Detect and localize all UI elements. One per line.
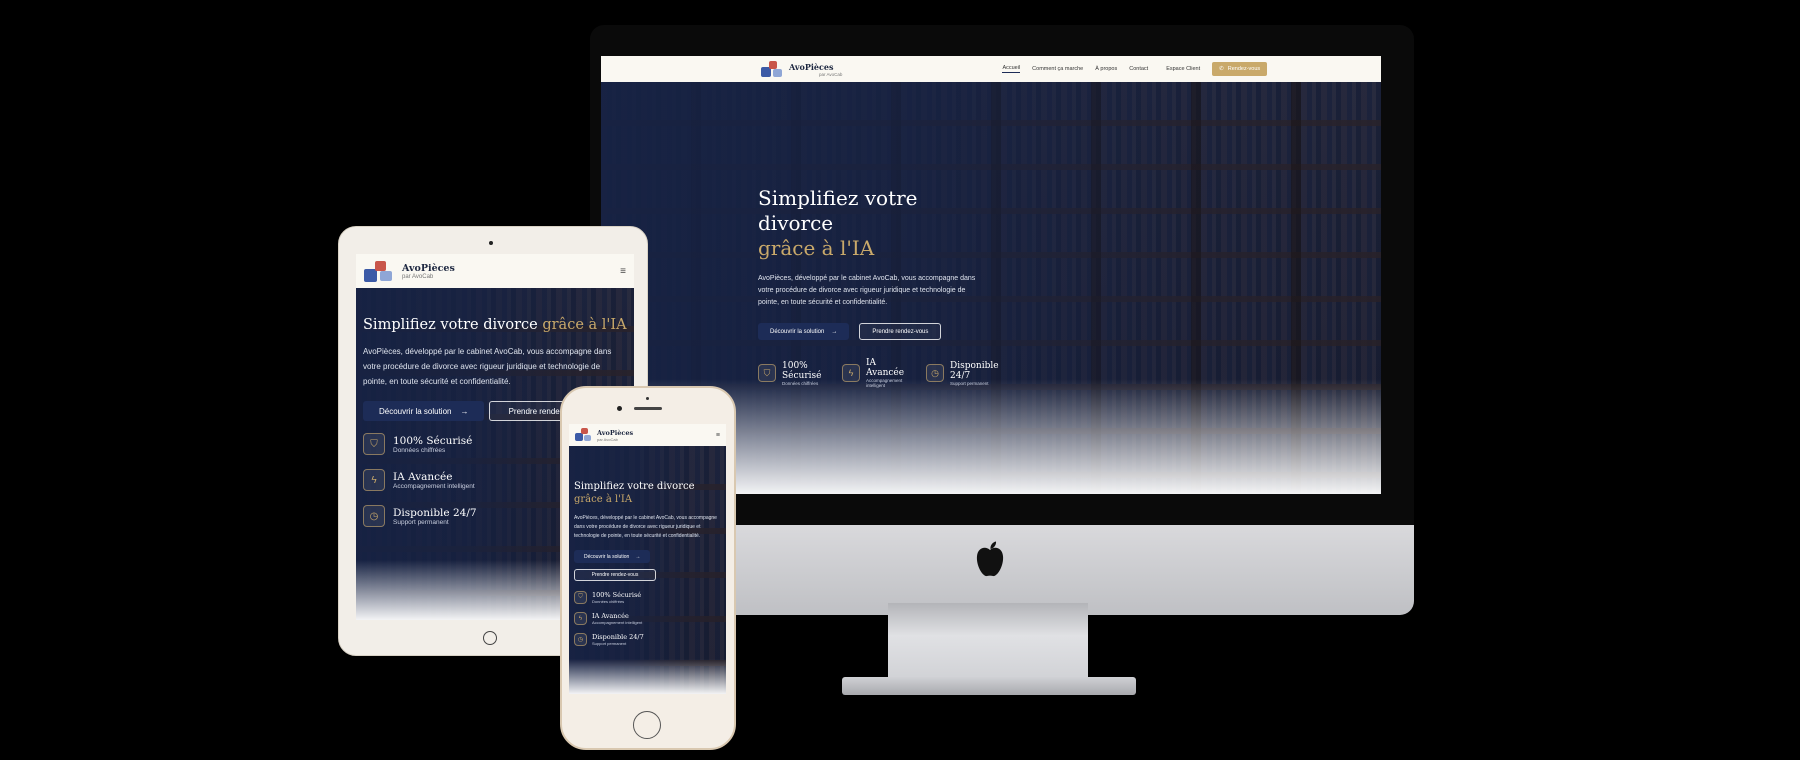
hero-title-line1: Simplifiez votre divorce	[574, 481, 695, 492]
feature-ai: ϟ IA Avancée Accompagnement intelligent	[842, 358, 910, 388]
brand-logo[interactable]: AvoPièces par AvoCab	[364, 258, 455, 284]
feature-title: IA Avancée	[866, 358, 905, 378]
feature-subtitle: Accompagnement intelligent	[866, 378, 903, 388]
nav-contact[interactable]: Contact	[1129, 66, 1148, 72]
iphone-screen: AvoPièces par AvoCab ≡ Simplifiez votre …	[569, 424, 726, 694]
hero-title-line2: grâce à l'IA	[542, 317, 627, 333]
feature-subtitle: Accompagnement intelligent	[393, 482, 475, 490]
hero-description: AvoPièces, développé par le cabinet AvoC…	[363, 347, 612, 386]
apple-logo-icon	[976, 541, 1004, 577]
hamburger-menu-icon[interactable]: ≡	[620, 266, 626, 277]
arrow-right-icon: →	[635, 553, 641, 560]
feature-title: IA Avancée	[393, 470, 453, 483]
feature-title: Disponible 24/7	[393, 506, 477, 519]
feature-ai: ϟ IA Avancée Accompagnement intelligent	[574, 612, 722, 625]
discover-button-label: Découvrir la solution	[379, 406, 452, 416]
feature-subtitle: Données chiffrées	[592, 599, 625, 604]
discover-button-label: Découvrir la solution	[584, 553, 630, 560]
feature-secure: ⛉ 100% Sécurisé Données chiffrées	[758, 358, 826, 388]
shield-icon: ⛉	[363, 433, 385, 455]
hero-description: AvoPièces, développé par le cabinet AvoC…	[758, 275, 976, 306]
brand-subtitle: par AvoCab	[402, 273, 434, 280]
hero-title-line1: Simplifiez votre divorce	[758, 186, 918, 235]
feature-title: Disponible 24/7	[950, 360, 999, 381]
feature-subtitle: Données chiffrées	[782, 380, 819, 386]
ipad-home-button	[483, 631, 497, 645]
feature-availability: ◷ Disponible 24/7 Support permanent	[574, 633, 722, 646]
hero-title: Simplifiez votre divorce grâce à l'IA	[363, 316, 628, 334]
feature-title: IA Avancée	[592, 612, 629, 620]
feature-availability: ◷ Disponible 24/7 Support permanent	[926, 358, 1004, 388]
hero-title-line2: grâce à l'IA	[574, 494, 633, 505]
hero-title-line2: grâce à l'IA	[758, 236, 875, 260]
iphone-speaker	[634, 407, 662, 410]
hero-title: Simplifiez votre divorce grâce à l'IA	[574, 480, 722, 506]
discover-button[interactable]: Découvrir la solution →	[574, 550, 651, 563]
navbar: AvoPièces par AvoCab Accueil Comment ça …	[601, 56, 1381, 82]
arrow-right-icon: →	[831, 328, 838, 335]
nav-comment-ca-marche[interactable]: Comment ça marche	[1032, 66, 1083, 72]
nav-accueil[interactable]: Accueil	[1002, 65, 1021, 73]
iphone-top-dot	[646, 397, 649, 400]
brand-name: AvoPièces	[402, 262, 455, 274]
brand-logo[interactable]: AvoPièces par AvoCab	[761, 59, 842, 79]
bolt-icon: ϟ	[842, 364, 860, 382]
discover-button[interactable]: Découvrir la solution →	[758, 323, 850, 340]
feature-secure: ⛉ 100% Sécurisé Données chiffrées	[574, 591, 722, 604]
iphone-camera	[617, 406, 622, 411]
brand-logo[interactable]: AvoPièces par AvoCab	[575, 427, 633, 443]
brand-name: AvoPièces	[789, 61, 834, 72]
discover-button-label: Découvrir la solution	[770, 328, 825, 335]
feature-title: 100% Sécurisé	[782, 360, 822, 381]
shield-icon: ⛉	[574, 591, 587, 604]
discover-button[interactable]: Découvrir la solution →	[363, 401, 485, 421]
feature-subtitle: Support permanent	[592, 641, 627, 646]
brand-subtitle: par AvoCab	[819, 71, 843, 77]
nav-client-space[interactable]: Espace Client	[1166, 66, 1200, 72]
logo-mark-icon	[761, 59, 783, 79]
shield-icon: ⛉	[758, 364, 776, 382]
hero-title: Simplifiez votre divorce grâce à l'IA	[758, 186, 998, 261]
feature-subtitle: Support permanent	[393, 518, 449, 526]
hero-section: Simplifiez votre divorce grâce à l'IA Av…	[569, 446, 726, 694]
hero-title-line1: Simplifiez votre divorce	[363, 317, 543, 333]
appointment-button[interactable]: Prendre rendez-vous	[859, 323, 942, 340]
bolt-icon: ϟ	[363, 469, 385, 491]
imac-stand-neck	[888, 603, 1088, 685]
appointment-button[interactable]: Prendre rendez-vous	[574, 569, 656, 581]
ipad-camera	[489, 241, 493, 245]
brand-subtitle: par AvoCab	[597, 436, 618, 442]
feature-subtitle: Données chiffrées	[393, 446, 446, 454]
feature-subtitle: Accompagnement intelligent	[592, 620, 643, 625]
feature-subtitle: Support permanent	[950, 380, 989, 386]
imac-stand-foot	[842, 677, 1136, 695]
feature-title: Disponible 24/7	[592, 633, 644, 641]
clock-icon: ◷	[926, 364, 944, 382]
navbar: AvoPièces par AvoCab ≡	[356, 254, 634, 288]
bolt-icon: ϟ	[574, 612, 587, 625]
nav-a-propos[interactable]: À propos	[1095, 66, 1117, 72]
hero-description: AvoPièces, développé par le cabinet AvoC…	[574, 515, 717, 539]
arrow-right-icon: →	[460, 406, 469, 416]
phone-icon: ✆	[1219, 66, 1224, 72]
hero-fade	[569, 659, 726, 694]
feature-title: 100% Sécurisé	[393, 434, 473, 447]
nav-rdv-button[interactable]: ✆ Rendez-vous	[1212, 62, 1268, 76]
feature-title: 100% Sécurisé	[592, 591, 642, 599]
iphone-home-button	[633, 711, 661, 739]
logo-mark-icon	[364, 258, 394, 284]
clock-icon: ◷	[574, 633, 587, 646]
brand-name: AvoPièces	[597, 428, 634, 437]
hamburger-menu-icon[interactable]: ≡	[716, 432, 720, 439]
nav-rdv-label: Rendez-vous	[1227, 66, 1261, 72]
logo-mark-icon	[575, 427, 593, 443]
navbar: AvoPièces par AvoCab ≡	[569, 424, 726, 446]
clock-icon: ◷	[363, 505, 385, 527]
